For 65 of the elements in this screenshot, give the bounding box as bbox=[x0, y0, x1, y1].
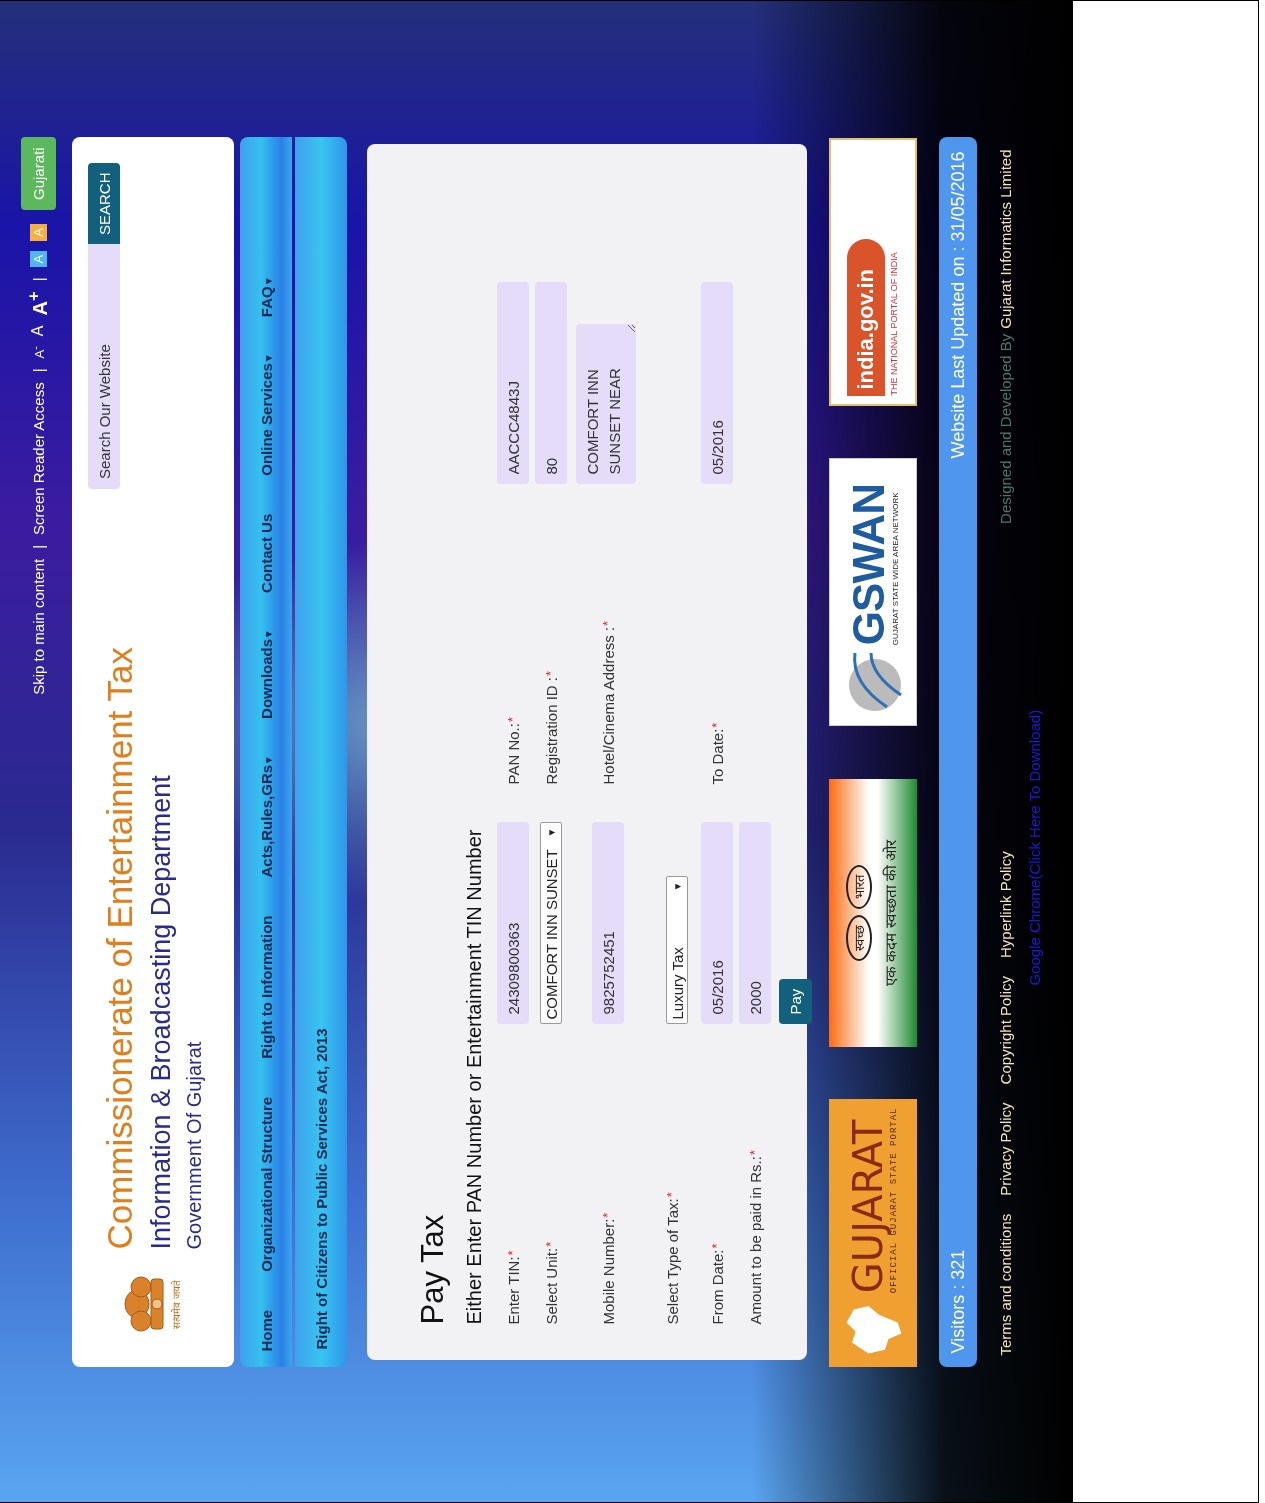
separator-text: | bbox=[29, 277, 47, 282]
banner-title: GUJARAT bbox=[847, 1119, 889, 1294]
nav-item[interactable]: Downloads▾ bbox=[257, 630, 275, 719]
gswan-banner[interactable]: GSWAN GUJARAT STATE WIDE AREA NETWORK bbox=[829, 458, 917, 727]
banner-title: भारत bbox=[846, 864, 872, 909]
nav-item[interactable]: FAQ▾ bbox=[257, 278, 275, 318]
notice-text: Right of Citizens to Public Services Act, 2013 bbox=[312, 1028, 330, 1350]
field-label: Hotel/Cinema Address :* bbox=[599, 619, 617, 785]
footer-link[interactable]: Terms and conditions bbox=[997, 1213, 1014, 1356]
form-subtitle: Either Enter PAN Number or Entertainment TIN Number bbox=[463, 828, 486, 1325]
banner-subtitle: GUJARAT STATE WIDE AREA NETWORK bbox=[890, 491, 900, 646]
department-name: Information & Broadcasting Department bbox=[146, 774, 177, 1250]
field-label: Mobile Number:* bbox=[599, 1211, 617, 1325]
input-field[interactable]: 2000 bbox=[739, 822, 771, 1025]
field-label: From Date:* bbox=[708, 1242, 726, 1325]
banner-subtitle: THE NATIONAL PORTAL OF INDIA bbox=[889, 252, 899, 396]
banner-title: स्वच्छ bbox=[846, 914, 872, 961]
dropdown[interactable]: Luxury Tax ▼ bbox=[666, 876, 688, 1025]
top-link[interactable]: Skip to main content bbox=[29, 558, 47, 695]
visitor-count: Visitors : 321 bbox=[947, 1249, 969, 1354]
credit-text: Designed and Developed By bbox=[997, 333, 1014, 524]
gujarat-portal-banner[interactable]: GUJARAT OFFICIAL GUJARAT STATE PORTAL bbox=[829, 1099, 917, 1368]
field-label: PAN No.:* bbox=[504, 716, 522, 785]
field-label: Enter TIN:* bbox=[504, 1249, 522, 1325]
last-updated-text: Website Last Updated on : 31/05/2016 bbox=[947, 151, 969, 459]
separator-text: | bbox=[29, 368, 47, 373]
pay-button[interactable]: Pay bbox=[778, 978, 812, 1025]
nav-item[interactable]: Organizational Structure bbox=[257, 1096, 275, 1272]
field-label: Registration ID :* bbox=[542, 669, 560, 785]
nav-item[interactable]: Home bbox=[257, 1309, 275, 1352]
banner-subtitle: OFFICIAL GUJARAT STATE PORTAL bbox=[889, 1107, 899, 1294]
india-portal-banner[interactable]: india.gov.in THE NATIONAL PORTAL OF INDIA bbox=[829, 137, 917, 406]
top-link[interactable]: Screen Reader Access bbox=[29, 382, 47, 535]
footer-link[interactable]: Copyright Policy bbox=[997, 976, 1014, 1085]
field-label: Select Type of Tax:* bbox=[663, 1191, 681, 1325]
font-size-link[interactable]: A bbox=[29, 325, 47, 337]
form-title: Pay Tax bbox=[415, 1213, 451, 1325]
developer-link[interactable]: Gujarat Informatics Limited bbox=[997, 149, 1014, 329]
field-label: To Date:* bbox=[708, 721, 726, 785]
dropdown[interactable]: COMFORT INN SUNSET ▼ bbox=[540, 822, 562, 1025]
field-label: Select Unit:* bbox=[542, 1240, 560, 1325]
nav-item[interactable]: Online Services▾ bbox=[257, 355, 275, 476]
search-button[interactable]: SEARCH bbox=[88, 163, 120, 244]
banner-title: GSWAN bbox=[846, 483, 891, 646]
input-field[interactable]: AACCC4843J bbox=[497, 282, 529, 485]
banner-subtitle: एक कदम स्वच्छता की ओर bbox=[881, 840, 900, 986]
field-label: Amount to be paid in Rs.:* bbox=[746, 1149, 764, 1325]
government-name: Government Of Gujarat bbox=[183, 1040, 206, 1250]
input-field[interactable]: 05/2016 bbox=[701, 822, 733, 1025]
search-field[interactable]: Search Our Website bbox=[88, 244, 120, 489]
banner-title: india.gov.in bbox=[853, 268, 878, 390]
footer-link[interactable]: Hyperlink Policy bbox=[997, 851, 1014, 958]
nav-item[interactable]: Acts,Rules,GRs▾ bbox=[257, 756, 275, 878]
input-field[interactable]: 24309800363 bbox=[497, 822, 529, 1025]
separator-text: | bbox=[29, 544, 47, 549]
nav-item[interactable]: Contact Us bbox=[257, 513, 275, 593]
input-field[interactable]: 9825752451 bbox=[592, 822, 624, 1025]
emblem-motto: सत्यमेव जयते bbox=[170, 1280, 183, 1329]
nav-item[interactable]: Right to Information bbox=[257, 915, 275, 1059]
input-field[interactable]: 05/2016 bbox=[701, 282, 733, 485]
footer-link[interactable]: Privacy Policy bbox=[997, 1102, 1014, 1196]
address-field[interactable]: COMFORT INN SUNSET NEAR bbox=[576, 324, 636, 485]
swachh-bharat-banner[interactable]: स्वच्छ भारत एक कदम स्वच्छता की ओर bbox=[829, 778, 917, 1047]
site-title: Commissionerate of Entertainment Tax bbox=[100, 647, 140, 1250]
input-field[interactable]: 80 bbox=[535, 282, 567, 485]
